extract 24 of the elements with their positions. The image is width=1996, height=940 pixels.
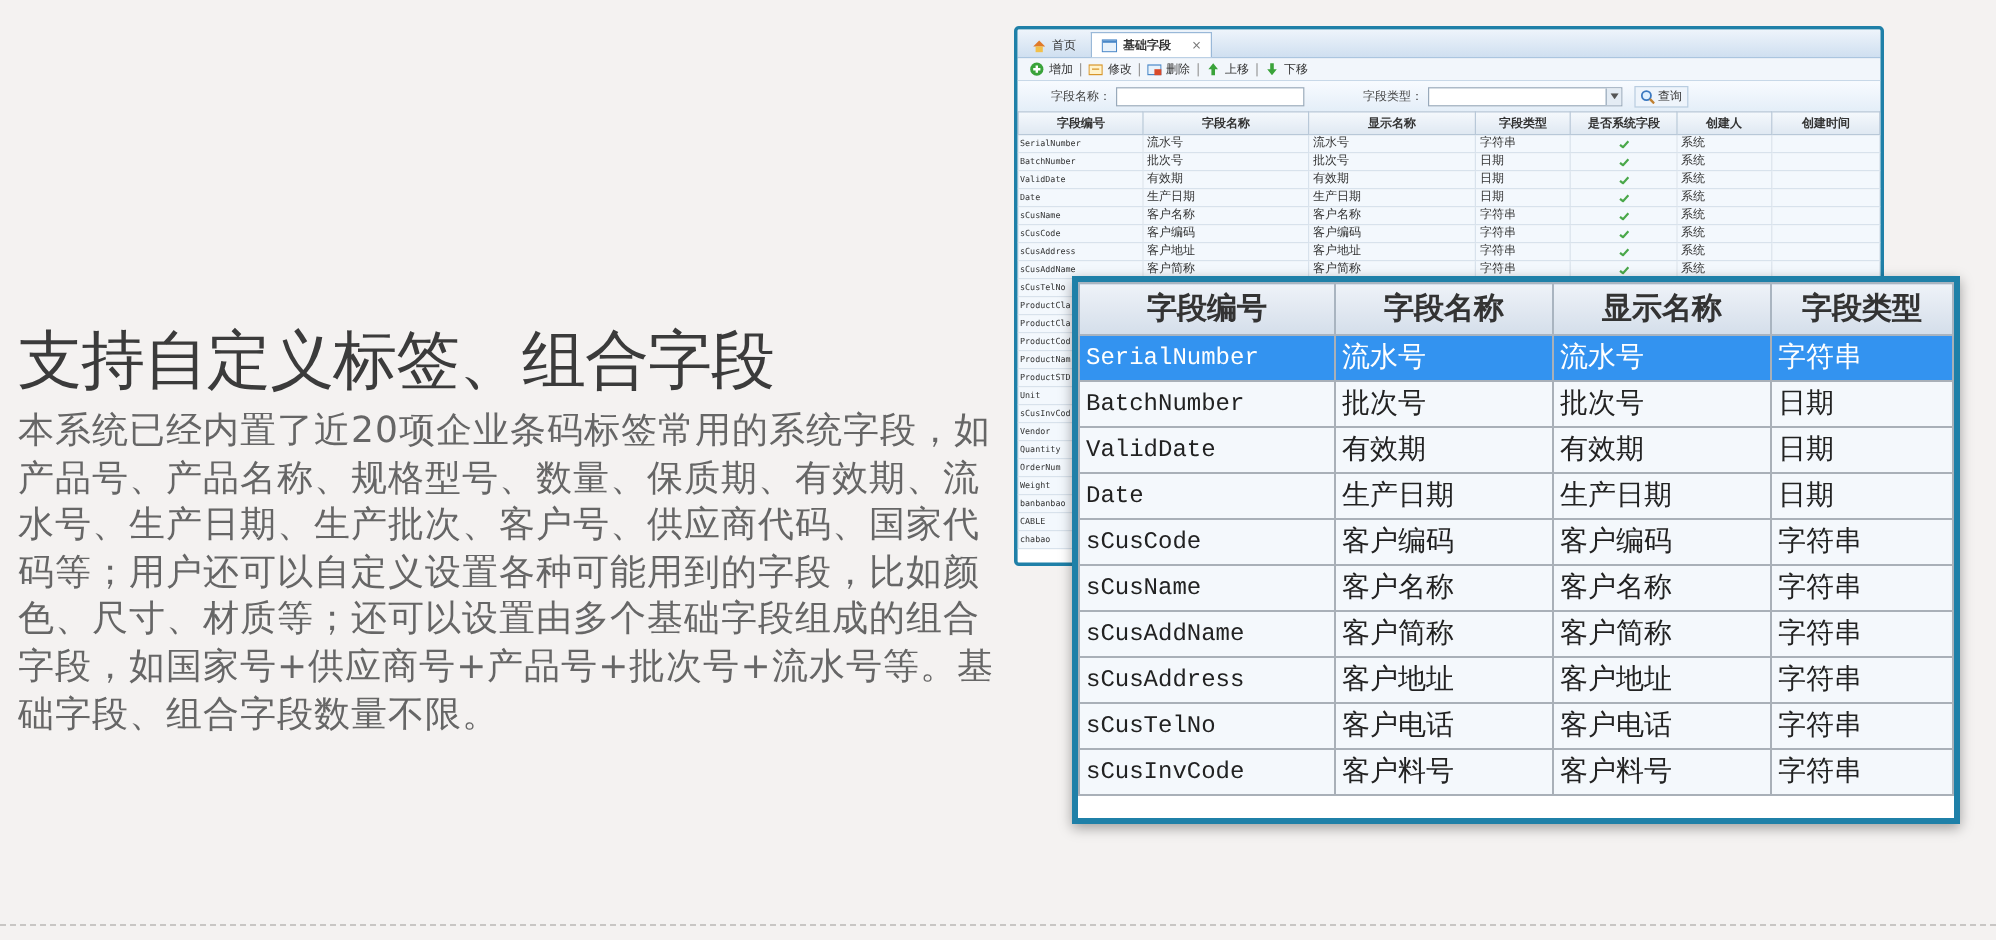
table-row[interactable]: sCusTelNo 客户电话 客户电话 字符串 — [1079, 703, 1953, 749]
table-row[interactable]: Date 生产日期 生产日期 日期 — [1079, 473, 1953, 519]
up-arrow-icon — [1206, 62, 1221, 77]
column-header[interactable]: 字段编号 — [1079, 283, 1335, 335]
input-field[interactable] — [1116, 86, 1305, 106]
table-row[interactable]: sCusCode 客户编码 客户编码 字符串 — [1079, 519, 1953, 565]
table-row[interactable]: sCusAddName 客户简称 客户简称 字符串 — [1079, 611, 1953, 657]
column-header[interactable]: 显示名称 — [1553, 283, 1771, 335]
description: 本系统已经内置了近20项企业条码标签常用的系统字段，如产品号、产品名称、规格型号、数量、保质期、有效期、流水号、生产日期、生产批次、客户号、供应商代码、国家代码等；用户还可以自定义设置各种可能用到的字段，比如颜色、尺寸、材质等；还可以设置由多个基础字段组成的组合字段，如国家号+供应商号+产品号+批次号+流水号等。基础字段、组合字段数量不限。 — [18, 408, 996, 739]
house-icon — [1032, 38, 1047, 52]
table-row[interactable]: sCusName 客户名称 客户名称 字符串 — [1079, 565, 1953, 611]
table-row[interactable]: sCusAddress 客户地址 客户地址 字符串 — [1079, 657, 1953, 703]
search-icon — [1640, 89, 1655, 104]
table-row[interactable]: sCusInvCode 客户料号 客户料号 字符串 — [1079, 749, 1953, 795]
table-row[interactable]: BatchNumber 批次号 批次号 日期 — [1079, 381, 1953, 427]
caret-icon — [1609, 93, 1619, 100]
table-row[interactable]: ValidDate 有效期 有效期 日期 — [1079, 427, 1953, 473]
headline: 支持自定义标签、组合字段 — [18, 320, 776, 402]
column-header[interactable]: 字段类型 — [1771, 283, 1953, 335]
window-icon — [1101, 38, 1118, 52]
plus-icon — [1029, 62, 1044, 77]
dropdown-field[interactable] — [1428, 86, 1623, 106]
column-header[interactable]: 字段名称 — [1335, 283, 1553, 335]
down-arrow-icon — [1264, 62, 1280, 77]
